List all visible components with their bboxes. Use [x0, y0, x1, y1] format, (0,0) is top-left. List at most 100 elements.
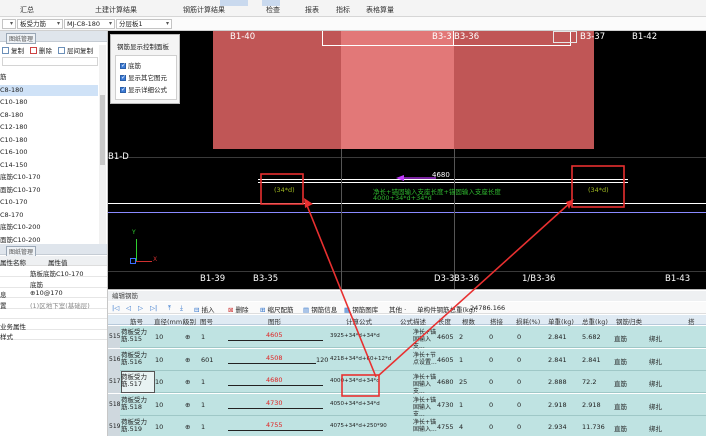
tree-item[interactable]: C10-180 — [0, 97, 98, 108]
cell-unit-weight[interactable]: 2.841 — [548, 333, 567, 341]
tree-item[interactable]: C8-180 — [0, 110, 98, 121]
menu-summary[interactable]: 汇总 — [20, 5, 34, 15]
cell-lap[interactable]: 0 — [489, 333, 493, 341]
cell-loss[interactable]: 0 — [517, 423, 521, 431]
cell-total-weight[interactable]: 72.2 — [582, 378, 596, 386]
cell-length[interactable]: 4605 — [437, 333, 454, 341]
cell-fig-no[interactable]: 1 — [201, 423, 205, 431]
cell-formula[interactable]: 4050+34*d+34*d — [330, 401, 380, 407]
cell-grade[interactable]: ⊕ — [185, 356, 190, 364]
cell-length[interactable]: 4680 — [437, 378, 454, 386]
menu-civil-result[interactable]: 土建计算结果 — [95, 5, 137, 15]
prop-row[interactable]: 置 (1)区地下室(基础层) — [0, 299, 107, 310]
cell-lap-type[interactable]: 绑扎 — [649, 378, 662, 388]
cell-formula[interactable]: 4000+34*d+34*d — [330, 378, 380, 384]
layer-select[interactable]: 分层板1 ▾ — [116, 19, 172, 29]
tree-scrollbar[interactable] — [99, 45, 106, 245]
menu-rebar-result[interactable]: 钢筋计算结果 — [183, 5, 225, 15]
cell-category[interactable]: 直筋 — [614, 356, 627, 366]
cell-fig-no[interactable]: 1 — [201, 378, 205, 386]
component-search-input[interactable] — [2, 57, 98, 66]
prop-row[interactable]: 样式 — [0, 330, 107, 341]
table-row[interactable]: 518 荷板受力筋.518 10 ⊕ 1 4050+34*d+34*d 净长+锚固输入支..… — [108, 393, 706, 418]
cell-grade[interactable]: ⊕ — [185, 378, 190, 386]
cell-diameter[interactable]: 10 — [155, 378, 163, 386]
menu-check[interactable]: 检查 — [266, 5, 280, 15]
option-bottom-rebar[interactable]: 底筋 — [120, 60, 141, 70]
tree-item[interactable]: C10-170 — [0, 197, 98, 208]
cell-lap-type[interactable]: 绑扎 — [649, 356, 662, 366]
cell-bar-name[interactable]: 荷板受力筋.515 — [121, 329, 154, 343]
tree-item[interactable]: C14-150 — [0, 160, 98, 171]
cell-category[interactable]: 直筋 — [614, 401, 627, 411]
cell-length[interactable]: 4605 — [437, 356, 454, 364]
cell-bar-name[interactable]: 荷板受力筋.518 — [121, 396, 154, 411]
tree-item[interactable]: 筋 — [0, 72, 98, 83]
tree-item[interactable]: C12-180 — [0, 122, 98, 133]
delete-button[interactable]: 删除 — [30, 45, 52, 55]
cell-lap[interactable]: 0 — [489, 356, 493, 364]
cell-bar-name[interactable]: 荷板受力筋.519 — [121, 419, 154, 433]
next-icon[interactable]: ▷ — [138, 304, 143, 312]
cell-length[interactable]: 4730 — [437, 401, 454, 409]
cell-lap-type[interactable]: 绑扎 — [649, 333, 662, 343]
cell-formula-desc[interactable]: 净长+锚固输入支... — [413, 374, 437, 395]
prop-row[interactable]: 业务属性 — [0, 320, 107, 331]
table-row[interactable]: 517 荷板受力筋.517 10 ⊕ 1 4000+34*d+34*d 净长+锚固输入支..… — [108, 371, 706, 395]
table-row[interactable]: 519 荷板受力筋.519 10 ⊕ 1 4075+34*d+250*90 净长+锚固输入.… — [108, 416, 706, 436]
cell-diameter[interactable]: 10 — [155, 401, 163, 409]
first-icon[interactable]: |◁ — [112, 304, 119, 312]
tree-item[interactable]: C16-100 — [0, 147, 98, 158]
menu-index[interactable]: 指标 — [336, 5, 350, 15]
cell-grade[interactable]: ⊕ — [185, 333, 190, 341]
move-up-icon[interactable]: ⤒ — [168, 304, 171, 313]
cell-formula-desc[interactable]: 净长+节点设置... — [413, 352, 437, 366]
prop-row[interactable] — [0, 309, 107, 319]
cell-total-weight[interactable]: 2.918 — [582, 401, 601, 409]
cell-diameter[interactable]: 10 — [155, 356, 163, 364]
cell-count[interactable]: 25 — [459, 378, 467, 386]
cell-loss[interactable]: 0 — [517, 356, 521, 364]
insert-button[interactable]: ⊟ 插入 — [194, 304, 215, 314]
cell-diameter[interactable]: 10 — [155, 333, 163, 341]
cell-count[interactable]: 1 — [459, 356, 463, 364]
cell-lap[interactable]: 0 — [489, 378, 493, 386]
scale-rebar-button[interactable]: ⊞ 缩尺配筋 — [260, 304, 294, 314]
delete-row-button[interactable]: ⊠ 删除 — [228, 304, 249, 314]
cell-formula-desc[interactable]: 净长+锚固输入... — [413, 419, 437, 433]
component-name-select[interactable]: MJ-C8-180 ▾ — [64, 19, 115, 29]
component-type-select[interactable]: 板受力筋 ▾ — [17, 19, 63, 29]
cell-unit-weight[interactable]: 2.888 — [548, 378, 567, 386]
cell-formula-desc[interactable]: 净长+锚固输入支... — [413, 397, 437, 418]
cell-loss[interactable]: 0 — [517, 333, 521, 341]
prop-row[interactable]: 底筋 — [0, 278, 107, 289]
table-row[interactable]: 515 荷板受力筋.515 10 ⊕ 1 3925+34*d+34*d 净长+锚固输入支..… — [108, 326, 706, 350]
cell-formula-desc[interactable]: 净长+锚固输入支... — [413, 329, 437, 350]
cell-fig-no[interactable]: 601 — [201, 356, 213, 364]
cell-unit-weight[interactable]: 2.918 — [548, 401, 567, 409]
tree-item[interactable]: 面筋C10-170 — [0, 185, 98, 196]
other-menu[interactable]: 其他 · — [389, 304, 406, 314]
menu-table-qty[interactable]: 表格算量 — [366, 5, 394, 15]
cell-bar-name[interactable]: 荷板受力筋.517 — [121, 374, 154, 388]
prev-icon[interactable]: ◁ — [126, 304, 131, 312]
option-show-formula[interactable]: 显示详细公式 — [120, 84, 167, 94]
cell-lap-type[interactable]: 绑扎 — [649, 423, 662, 433]
cell-category[interactable]: 直筋 — [614, 378, 627, 388]
prop-row[interactable]: 息 ⊕10@170 — [0, 288, 107, 299]
cell-unit-weight[interactable]: 2.841 — [548, 356, 567, 364]
cell-grade[interactable]: ⊕ — [185, 423, 190, 431]
drawing-canvas[interactable]: B1-40 B3-3 B3-36 B3-37 B1-42 B1-D B1-39 … — [108, 31, 706, 289]
tree-item[interactable]: 底筋C10-200 — [0, 222, 98, 233]
cell-count[interactable]: 4 — [459, 423, 463, 431]
floor-select[interactable]: ▾ — [2, 19, 16, 29]
cell-formula[interactable]: 3925+34*d+34*d — [330, 333, 380, 339]
option-show-other[interactable]: 显示其它图元 — [120, 72, 167, 82]
cell-unit-weight[interactable]: 2.934 — [548, 423, 567, 431]
cell-fig-no[interactable]: 1 — [201, 401, 205, 409]
cell-loss[interactable]: 0 — [517, 401, 521, 409]
cell-loss[interactable]: 0 — [517, 378, 521, 386]
last-icon[interactable]: ▷| — [150, 304, 157, 312]
cell-fig-no[interactable]: 1 — [201, 333, 205, 341]
cell-lap-type[interactable]: 绑扎 — [649, 401, 662, 411]
